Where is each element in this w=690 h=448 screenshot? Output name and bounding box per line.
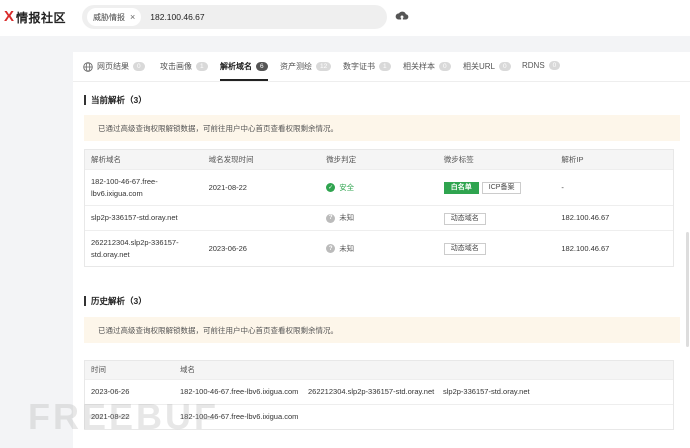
tab-attack-profile[interactable]: 攻击画像 1 [160, 61, 208, 72]
tab-related-urls[interactable]: 相关URL 0 [463, 61, 511, 72]
tags: 白名单 ICP备案 [438, 181, 556, 194]
logo-text: 情报社区 [16, 10, 67, 25]
resolved-ip[interactable]: 182.100.46.67 [555, 212, 673, 224]
tab-label: 资产测绘 [280, 62, 312, 71]
column-header: 微步标签 [443, 154, 474, 164]
tab-label: 数字证书 [343, 62, 375, 71]
close-icon[interactable]: × [130, 12, 135, 22]
tab-resolved-domains[interactable]: 解析域名 6 [220, 61, 268, 81]
tab-rdns[interactable]: RDNS 0 [522, 61, 561, 70]
table-header: 解析域名 域名发现时间 微步判定 微步标签 解析IP [85, 150, 673, 169]
verdict: ? 未知 [320, 212, 438, 224]
column-header: 域名发现时间 [208, 154, 254, 164]
tab-related-samples[interactable]: 相关样本 0 [403, 61, 451, 72]
domain-link[interactable]: 182-100-46-67.free-lbv6.ixigua.com [85, 176, 203, 200]
tab-label: 相关样本 [403, 62, 435, 71]
tab-label: 网页结果 [97, 62, 129, 71]
question-icon: ? [326, 244, 336, 253]
tab-label: 相关URL [463, 62, 496, 71]
discovery-time: 2021-08-22 [208, 182, 247, 192]
question-icon: ? [326, 213, 336, 223]
watermark: FREEBUF [28, 396, 219, 437]
tags: 动态域名 [438, 242, 556, 255]
icp-tag[interactable]: ICP备案 [481, 182, 522, 194]
domain-link[interactable]: slp2p-336157-std.oray.net [85, 212, 203, 224]
tab-asset-mapping[interactable]: 资产测绘 12 [280, 61, 332, 72]
table-header: 时间 域名 [85, 361, 673, 379]
tab-count-badge: 12 [316, 62, 332, 71]
verdict: ✓ 安全 [320, 182, 438, 194]
tab-count-badge: 0 [548, 61, 561, 70]
check-icon: ✓ [326, 183, 336, 192]
table-row[interactable]: 182-100-46-67.free-lbv6.ixigua.com 2021-… [85, 169, 673, 205]
tab-count-badge: 0 [439, 62, 451, 71]
history-section-title: 历史解析（3） [84, 295, 147, 307]
result-tabs: 网页结果 0 攻击画像 1 解析域名 6 资产测绘 12 数字证书 1 相关样本… [73, 52, 690, 82]
column-header: 时间 [91, 365, 106, 374]
globe-icon [83, 61, 93, 72]
search-type-label: 威胁情报 [93, 12, 125, 22]
tab-label: 解析域名 [220, 62, 252, 71]
search-input[interactable]: 182.100.46.67 [150, 12, 204, 22]
tab-label: RDNS [522, 61, 545, 70]
logo-mark: X [4, 8, 15, 25]
top-bar: X 情报社区 威胁情报 × 182.100.46.67 [0, 0, 690, 36]
search-bar[interactable]: 威胁情报 × 182.100.46.67 [82, 5, 387, 29]
content-panel: 当前解析（3） 已通过高级查询权限解锁数据，可前往用户中心首页查看权限剩余情况。… [73, 82, 690, 448]
search-type-chip[interactable]: 威胁情报 × [87, 8, 142, 26]
current-section-title: 当前解析（3） [84, 94, 147, 106]
whitelist-tag[interactable]: 白名单 [443, 182, 479, 194]
table-row[interactable]: 262212304.slp2p-336157-std.oray.net 2023… [85, 230, 673, 266]
verdict-text: 未知 [339, 213, 355, 222]
scrollbar[interactable] [686, 232, 689, 347]
verdict: ? 未知 [320, 243, 438, 255]
discovery-time: 2023-06-26 [208, 243, 247, 253]
tags: 动态域名 [438, 212, 556, 225]
cloud-upload-icon[interactable] [395, 9, 409, 23]
tab-certificates[interactable]: 数字证书 1 [343, 61, 391, 72]
current-title-text: 当前解析（3） [91, 95, 147, 105]
verdict-text: 安全 [339, 182, 355, 192]
column-header: 微步判定 [326, 154, 357, 164]
logo[interactable]: X 情报社区 [4, 8, 66, 26]
verdict-text: 未知 [339, 243, 355, 253]
column-header: 解析域名 [91, 154, 121, 164]
tab-count-badge: 6 [256, 62, 268, 71]
title-bar-marker [84, 95, 86, 105]
domain-link[interactable]: slp2p-336157-std.oray.net [437, 386, 667, 398]
tab-web-results[interactable]: 网页结果 0 [83, 61, 145, 72]
column-header: 解析IP [561, 154, 584, 164]
tab-count-badge: 0 [133, 62, 145, 71]
tab-count-badge: 1 [379, 62, 391, 71]
notice-banner: 已通过高级查询权限解锁数据，可前往用户中心首页查看权限剩余情况。 [84, 115, 680, 141]
dynamic-domain-tag[interactable]: 动态域名 [443, 243, 486, 255]
current-resolution-table: 解析域名 域名发现时间 微步判定 微步标签 解析IP 182-100-46-67… [84, 149, 674, 267]
notice-banner: 已通过高级查询权限解锁数据，可前往用户中心首页查看权限剩余情况。 [84, 317, 680, 343]
table-row[interactable]: slp2p-336157-std.oray.net ? 未知 动态域名 182.1… [85, 205, 673, 230]
title-bar-marker [84, 296, 86, 306]
history-title-text: 历史解析（3） [91, 296, 147, 306]
resolved-ip: - [561, 182, 564, 192]
resolved-ip[interactable]: 182.100.46.67 [555, 243, 673, 255]
tab-label: 攻击画像 [160, 62, 192, 71]
column-header: 域名 [180, 365, 195, 374]
domain-link[interactable]: 262212304.slp2p-336157-std.oray.net [85, 237, 203, 261]
tab-count-badge: 1 [196, 62, 208, 71]
domain-link[interactable]: 262212304.slp2p-336157-std.oray.net [302, 386, 437, 398]
dynamic-domain-tag[interactable]: 动态域名 [443, 212, 486, 225]
tab-count-badge: 0 [499, 62, 511, 71]
